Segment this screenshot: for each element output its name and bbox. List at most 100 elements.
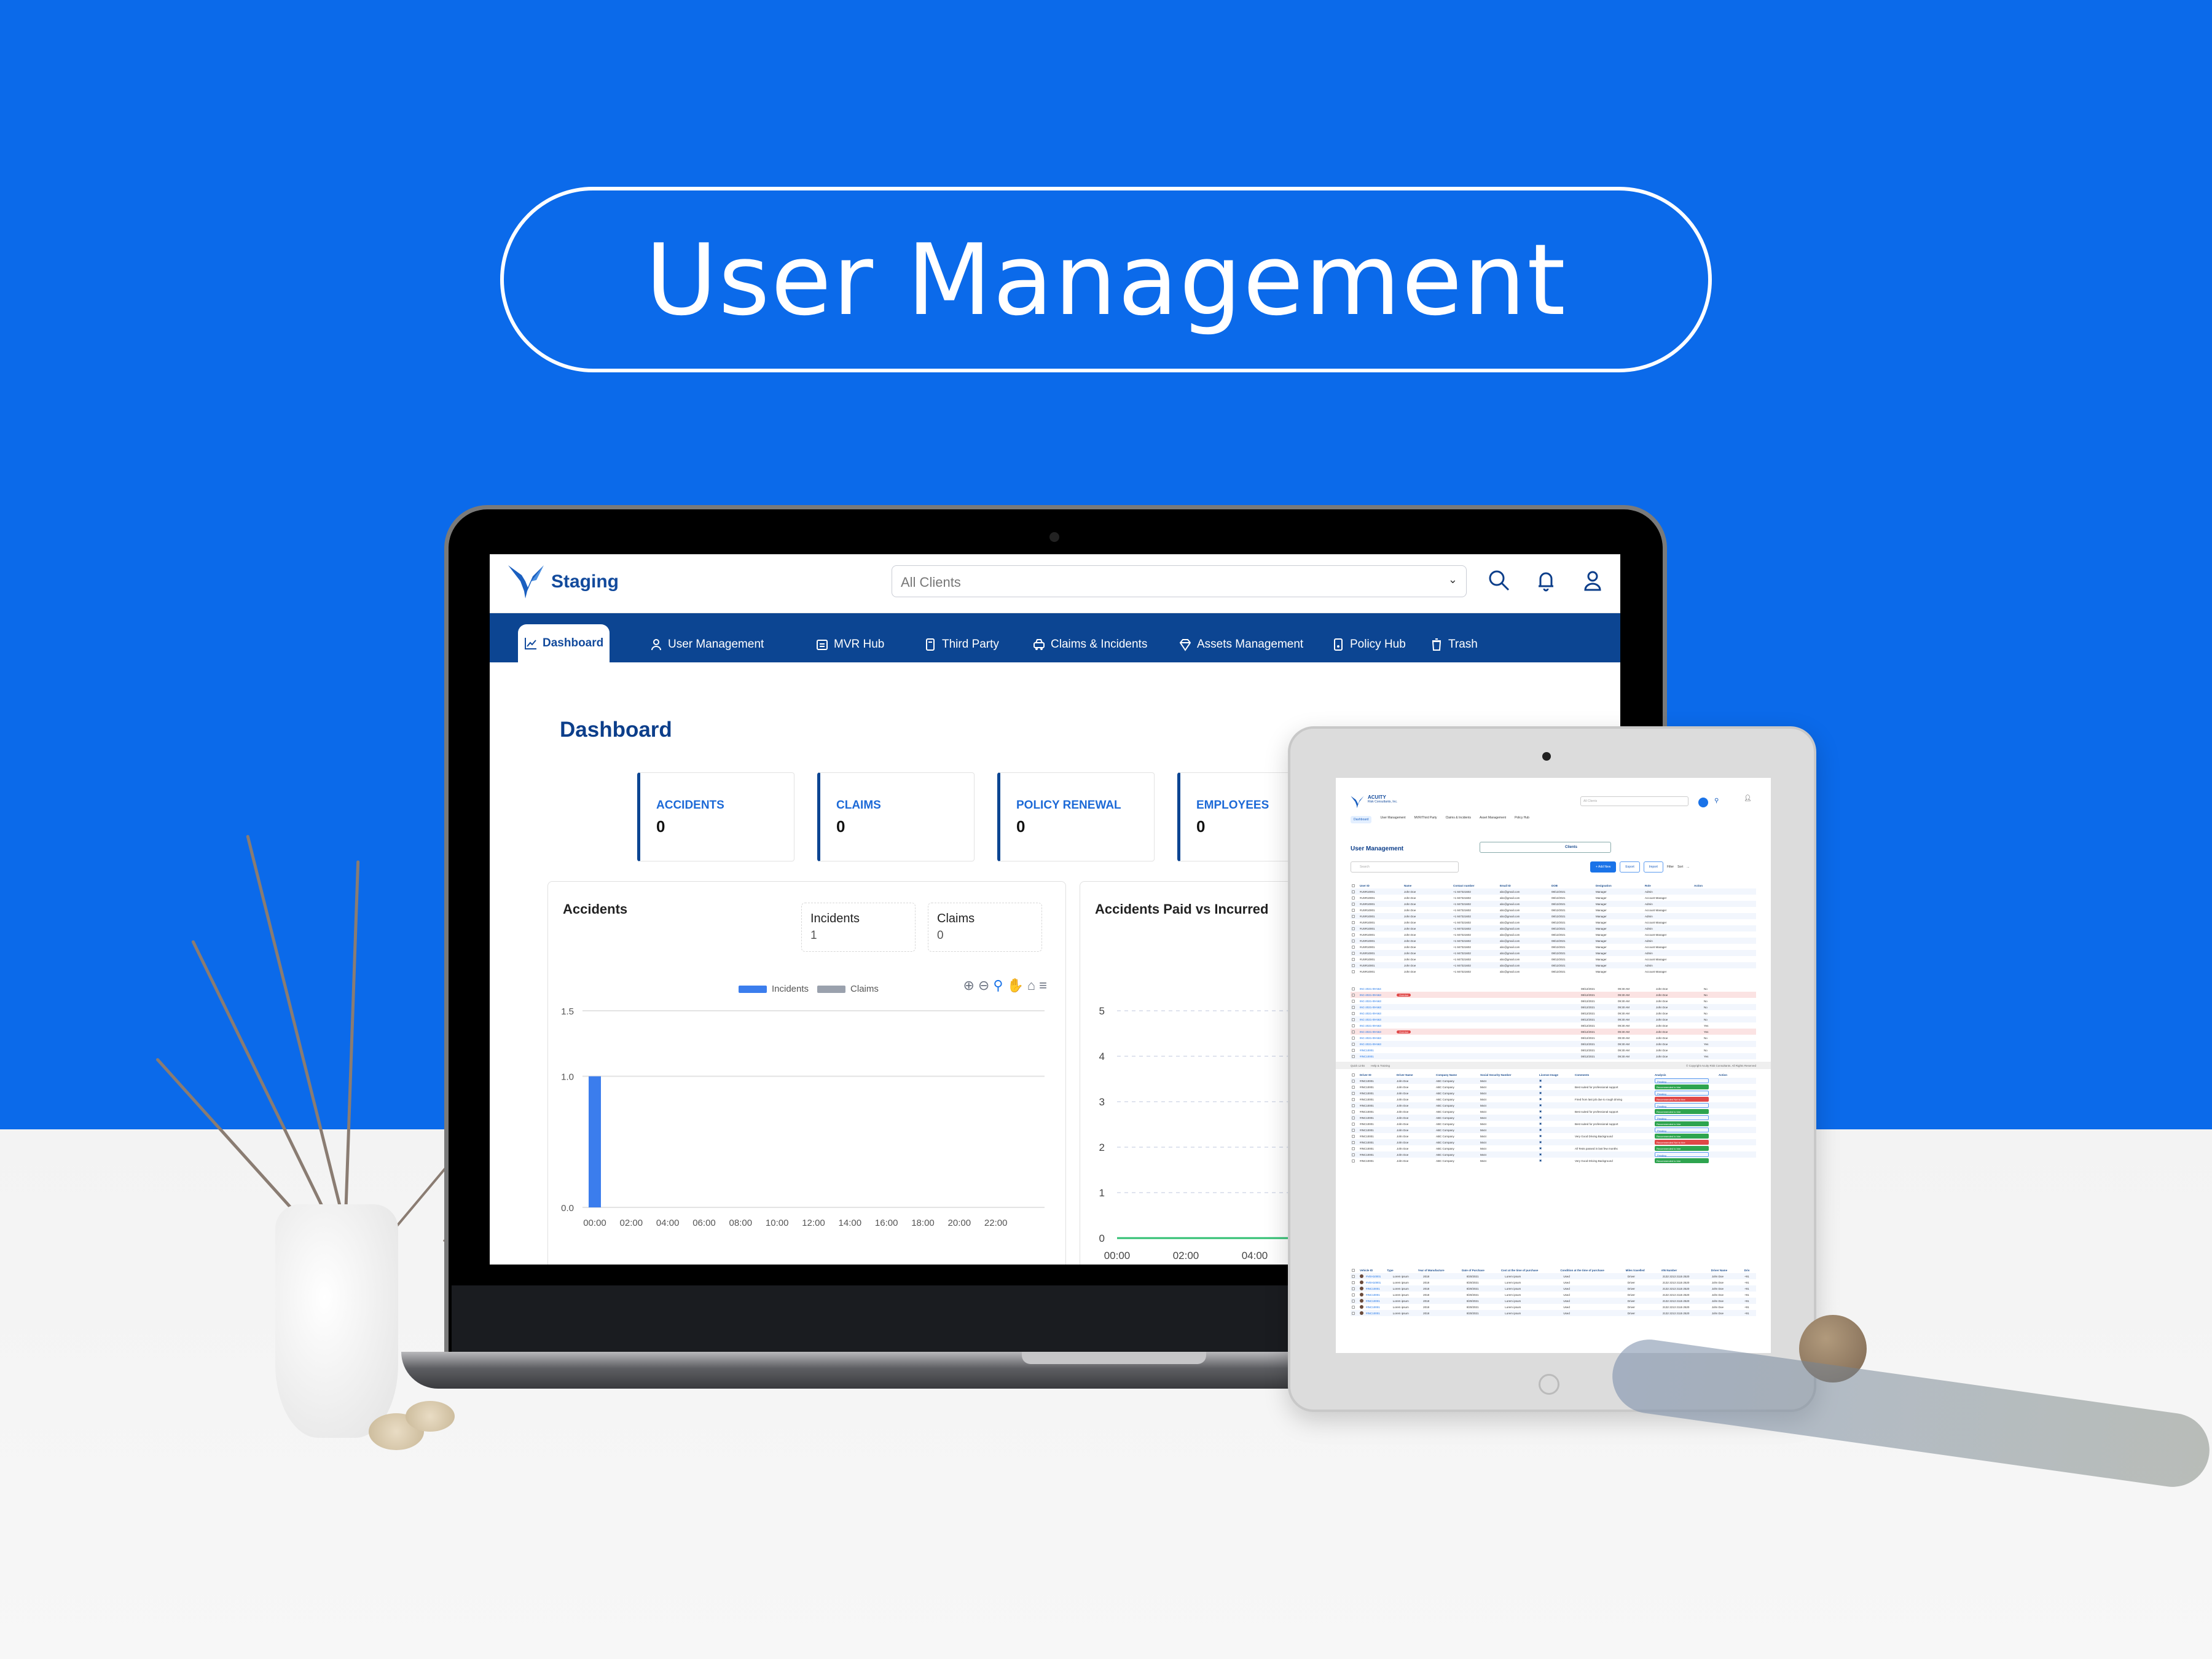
tablet-nav-item[interactable]: User Management bbox=[1380, 816, 1405, 823]
row-checkbox[interactable] bbox=[1352, 1299, 1355, 1303]
nav-assets-management[interactable]: Assets Management bbox=[1172, 627, 1309, 662]
row-checkbox[interactable] bbox=[1352, 987, 1355, 990]
row-checkbox[interactable] bbox=[1352, 902, 1355, 906]
row-checkbox[interactable] bbox=[1352, 1159, 1355, 1163]
table-row[interactable]: #USR10001 John Doe +1 847321602 abc@gmail.c… bbox=[1351, 919, 1756, 925]
quick-links[interactable]: Quick Links bbox=[1351, 1064, 1365, 1067]
tablet-nav-item[interactable]: Dashboard bbox=[1351, 816, 1372, 823]
table-header[interactable]: User ID Name Contact number Email ID DOB Desi… bbox=[1351, 882, 1756, 888]
analysis-select[interactable]: Recommended to hire bbox=[1655, 1084, 1709, 1089]
table-row[interactable]: #INC10001 John Doe ABC Company 5644 ▣ All Tes… bbox=[1351, 1145, 1756, 1151]
table-row[interactable]: #USR10001 John Doe +1 847321602 abc@gmail.c… bbox=[1351, 944, 1756, 950]
table-row[interactable]: #VEH10001 Lorem ipsum 2018 8/20/2021 Lorem i… bbox=[1351, 1273, 1756, 1279]
row-checkbox[interactable] bbox=[1352, 1274, 1355, 1278]
table-row[interactable]: #USR10001 John Doe +1 847321602 abc@gmail.c… bbox=[1351, 956, 1756, 962]
table-row[interactable]: #USR10001 John Doe +1 847321602 abc@gmail.c… bbox=[1351, 901, 1756, 907]
bell-icon[interactable] bbox=[1532, 567, 1560, 595]
row-checkbox[interactable] bbox=[1352, 1147, 1355, 1150]
stat-card-claims[interactable]: CLAIMS 0 bbox=[817, 772, 975, 861]
nav-mvr-hub[interactable]: MVR Hub bbox=[809, 627, 890, 662]
row-checkbox[interactable] bbox=[1352, 1073, 1355, 1077]
table-row[interactable]: #USR10001 John Doe +1 847321602 abc@gmail.c… bbox=[1351, 913, 1756, 919]
segment-control[interactable]: Clients bbox=[1480, 842, 1611, 853]
import-button[interactable]: Import bbox=[1643, 861, 1663, 873]
table-row[interactable]: INC-2021-09-563 08/12/2021 09:30 AM John Do… bbox=[1351, 1041, 1756, 1047]
help-training[interactable]: Help & Training bbox=[1371, 1064, 1390, 1067]
analysis-select[interactable]: Pending bbox=[1655, 1103, 1709, 1108]
tablet-search-input[interactable]: Search bbox=[1351, 861, 1459, 873]
table-row[interactable]: #INC10001 Lorem ipsum 2018 8/20/2021 Lorem i… bbox=[1351, 1298, 1756, 1304]
row-checkbox[interactable] bbox=[1352, 1018, 1355, 1021]
table-row[interactable]: #INC10001 Lorem ipsum 2018 8/20/2021 Lorem i… bbox=[1351, 1285, 1756, 1292]
home-icon[interactable]: ⌂ bbox=[1027, 978, 1035, 994]
table-row[interactable]: #INC10001 John Doe ABC Company 5644 ▣ Pending bbox=[1351, 1090, 1756, 1096]
row-checkbox[interactable] bbox=[1352, 957, 1355, 961]
table-row[interactable]: #INC10001 John Doe ABC Company 5644 ▣ Fired f… bbox=[1351, 1096, 1756, 1102]
search-icon[interactable]: ⚲ bbox=[1714, 798, 1719, 804]
row-checkbox[interactable] bbox=[1352, 920, 1355, 924]
nav-user-management[interactable]: User Management bbox=[643, 627, 770, 662]
analysis-select[interactable]: Pending bbox=[1655, 1115, 1709, 1120]
row-checkbox[interactable] bbox=[1352, 1122, 1355, 1126]
analysis-select[interactable]: Recommended Not to hire bbox=[1655, 1097, 1709, 1102]
row-checkbox[interactable] bbox=[1352, 1011, 1355, 1015]
nav-policy-hub[interactable]: Policy Hub bbox=[1325, 627, 1412, 662]
table-row[interactable]: #USR10001 John Doe +1 847321602 abc@gmail.c… bbox=[1351, 968, 1756, 975]
client-select[interactable]: All Clients ⌄ bbox=[892, 565, 1467, 597]
row-checkbox[interactable] bbox=[1352, 963, 1355, 967]
nav-trash[interactable]: Trash bbox=[1424, 627, 1484, 662]
search-icon[interactable] bbox=[1485, 567, 1513, 595]
table-row[interactable]: #VEH10001 Lorem ipsum 2018 8/20/2021 Lorem i… bbox=[1351, 1279, 1756, 1285]
row-checkbox[interactable] bbox=[1352, 1030, 1355, 1033]
zoom-in-icon[interactable]: ⊕ bbox=[963, 978, 974, 994]
table-row[interactable]: INC-2021-09-563 08/12/2021 09:30 AM John Do… bbox=[1351, 1022, 1756, 1029]
row-checkbox[interactable] bbox=[1352, 1128, 1355, 1132]
user-icon[interactable] bbox=[1579, 567, 1607, 595]
nav-claims-incidents[interactable]: Claims & Incidents bbox=[1026, 627, 1153, 662]
row-checkbox[interactable] bbox=[1352, 896, 1355, 900]
table-row[interactable]: #INC10001 John Doe ABC Company 5644 ▣ Best su… bbox=[1351, 1084, 1756, 1090]
table-row[interactable]: #USR10001 John Doe +1 847321602 abc@gmail.c… bbox=[1351, 962, 1756, 968]
analysis-select[interactable]: Pending bbox=[1655, 1078, 1709, 1083]
tablet-client-select[interactable]: All Clients bbox=[1580, 796, 1688, 806]
row-checkbox[interactable] bbox=[1352, 970, 1355, 973]
row-checkbox[interactable] bbox=[1352, 933, 1355, 936]
row-checkbox[interactable] bbox=[1352, 1116, 1355, 1120]
row-checkbox[interactable] bbox=[1352, 1293, 1355, 1296]
row-checkbox[interactable] bbox=[1352, 1268, 1355, 1272]
row-checkbox[interactable] bbox=[1352, 1054, 1355, 1058]
table-row[interactable]: #USR10001 John Doe +1 847321602 abc@gmail.c… bbox=[1351, 931, 1756, 938]
stat-card-policy-renewal[interactable]: POLICY RENEWAL 0 bbox=[997, 772, 1155, 861]
table-row[interactable]: #INC10001 John Doe ABC Company 5644 ▣ Pending bbox=[1351, 1078, 1756, 1084]
table-header[interactable]: Vehicle ID Type Year of Manufacture Date of… bbox=[1351, 1267, 1756, 1273]
tablet-home-button[interactable] bbox=[1539, 1374, 1559, 1395]
table-row[interactable]: #INC10001 John Doe ABC Company 5644 ▣ Best su… bbox=[1351, 1108, 1756, 1115]
table-row[interactable]: #INC10001 John Doe ABC Company 5644 ▣ Best su… bbox=[1351, 1121, 1756, 1127]
sort-button[interactable]: Sort bbox=[1677, 865, 1683, 869]
table-row[interactable]: INC-2021-09-563 Overdue 08/12/2021 09:30 AM… bbox=[1351, 992, 1756, 998]
table-row[interactable]: INC-2021-09-563 08/12/2021 09:30 AM John Do… bbox=[1351, 1010, 1756, 1016]
row-checkbox[interactable] bbox=[1352, 1079, 1355, 1083]
legend-label[interactable]: Incidents bbox=[772, 984, 809, 994]
user-icon[interactable]: 👤︎ bbox=[1744, 795, 1752, 802]
table-row[interactable]: #INC10001 John Doe ABC Company 5644 ▣ Pending bbox=[1351, 1127, 1756, 1133]
tablet-nav-item[interactable]: Policy Hub bbox=[1515, 816, 1529, 823]
table-row[interactable]: #USR10001 John Doe +1 847321602 abc@gmail.c… bbox=[1351, 938, 1756, 944]
row-checkbox[interactable] bbox=[1352, 1005, 1355, 1009]
more-button[interactable]: ... bbox=[1687, 865, 1689, 869]
analysis-select[interactable]: Recommended Not to hire bbox=[1655, 1140, 1709, 1145]
segment-clients[interactable]: Clients bbox=[1565, 845, 1577, 849]
analysis-select[interactable]: Pending bbox=[1655, 1152, 1709, 1157]
legend-label[interactable]: Claims bbox=[850, 984, 879, 994]
analysis-select[interactable]: Pending bbox=[1655, 1091, 1709, 1096]
row-checkbox[interactable] bbox=[1352, 890, 1355, 893]
table-row[interactable]: #USR10001 John Doe +1 847321602 abc@gmail.c… bbox=[1351, 925, 1756, 931]
tablet-nav-item[interactable]: Claims & Incidents bbox=[1446, 816, 1471, 823]
table-row[interactable]: #INC10001 John Doe ABC Company 5644 ▣ Very Go… bbox=[1351, 1158, 1756, 1164]
nav-dashboard[interactable]: Dashboard bbox=[518, 624, 610, 662]
row-checkbox[interactable] bbox=[1352, 1305, 1355, 1309]
stat-card-accidents[interactable]: ACCIDENTS 0 bbox=[637, 772, 794, 861]
row-checkbox[interactable] bbox=[1352, 1085, 1355, 1089]
tablet-nav-item[interactable]: MVR/Third Party bbox=[1414, 816, 1437, 823]
table-row[interactable]: #USR10001 John Doe +1 847321602 abc@gmail.c… bbox=[1351, 895, 1756, 901]
